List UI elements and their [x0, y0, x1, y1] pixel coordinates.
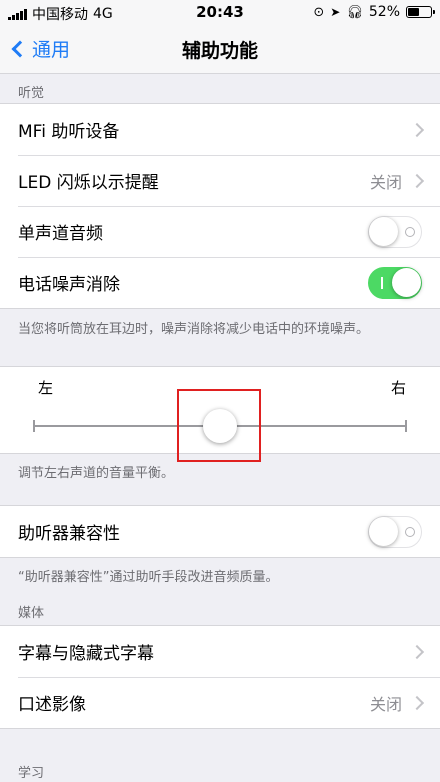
row-accessory: [368, 257, 422, 308]
chevron-right-icon: [409, 173, 425, 188]
row-value: 关闭: [369, 172, 402, 192]
chevron-right-icon: [409, 695, 425, 710]
section-header-media: 媒体: [18, 606, 45, 621]
chevron-right-icon: [409, 644, 425, 659]
row-value: 关闭: [369, 694, 402, 714]
toggle-knob: [392, 267, 421, 297]
row-led-flash[interactable]: LED 闪烁以示提醒 关闭: [0, 155, 440, 206]
row-subtitles-captioning[interactable]: 字幕与隐藏式字幕: [0, 626, 440, 677]
section-header-learning: 学习: [18, 766, 45, 781]
noise-cancellation-footer: 当您将听筒放在耳边时，噪声消除将减少电话中的环境噪声。: [18, 322, 370, 337]
row-label: 助听器兼容性: [18, 524, 120, 544]
status-bar: 中国移动 4G 20:43 ⊙ ➤ 🎧︎ 52%: [0, 0, 440, 26]
location-icon: ➤: [330, 5, 341, 19]
hearing-aid-footer: “助听器兼容性”通过助听手段改进音频质量。: [18, 570, 279, 585]
status-right: ⊙ ➤ 🎧︎ 52%: [313, 4, 435, 20]
mono-audio-toggle[interactable]: [368, 215, 422, 248]
section-header-hearing: 听觉: [18, 86, 45, 101]
hearing-group: MFi 助听设备 LED 闪烁以示提醒 关闭 单声道音频 电话噪声消除: [0, 103, 440, 309]
highlight-box: [177, 389, 261, 462]
toggle-knob: [369, 516, 398, 546]
row-label: 电话噪声消除: [18, 275, 120, 295]
headphones-icon: 🎧︎: [346, 4, 363, 20]
row-label: 单声道音频: [18, 224, 103, 244]
balance-right-label: 右: [390, 379, 406, 397]
row-mfi-hearing-devices[interactable]: MFi 助听设备: [0, 104, 440, 155]
battery-percent: 52%: [368, 4, 400, 20]
toggle-off-icon: [405, 226, 415, 237]
rotation-lock-icon: ⊙: [313, 4, 325, 20]
row-label: MFi 助听设备: [18, 122, 120, 142]
row-accessory: [368, 206, 422, 257]
toggle-on-icon: [381, 276, 383, 289]
row-accessory: [368, 506, 422, 557]
balance-left-label: 左: [38, 379, 54, 397]
page-title: 辅助功能: [181, 40, 258, 62]
nav-bar: 通用 辅助功能: [0, 26, 440, 74]
row-mono-audio: 单声道音频: [0, 206, 440, 257]
toggle-off-icon: [405, 526, 415, 537]
row-audio-descriptions[interactable]: 口述影像 关闭: [0, 677, 440, 728]
toggle-knob: [369, 216, 398, 246]
row-label: 口述影像: [18, 695, 86, 715]
battery-fill: [408, 8, 419, 16]
media-group: 字幕与隐藏式字幕 口述影像 关闭: [0, 625, 440, 729]
row-label: 字幕与隐藏式字幕: [18, 644, 154, 664]
noise-cancellation-toggle[interactable]: [368, 266, 422, 299]
row-accessory: [409, 104, 425, 155]
balance-footer: 调节左右声道的音量平衡。: [18, 466, 175, 481]
battery-icon: [406, 6, 435, 18]
row-label: LED 闪烁以示提醒: [18, 173, 159, 193]
slider-left-cap: [33, 420, 35, 432]
hearing-aid-group: 助听器兼容性: [0, 505, 440, 558]
chevron-right-icon: [409, 122, 425, 137]
row-phone-noise-cancellation: 电话噪声消除: [0, 257, 440, 308]
slider-right-cap: [405, 420, 407, 432]
row-accessory: 关闭: [369, 155, 425, 206]
hearing-aid-toggle[interactable]: [368, 515, 422, 548]
row-accessory: [409, 626, 425, 677]
row-hearing-aid-compatibility: 助听器兼容性: [0, 506, 440, 557]
row-accessory: 关闭: [369, 677, 425, 728]
